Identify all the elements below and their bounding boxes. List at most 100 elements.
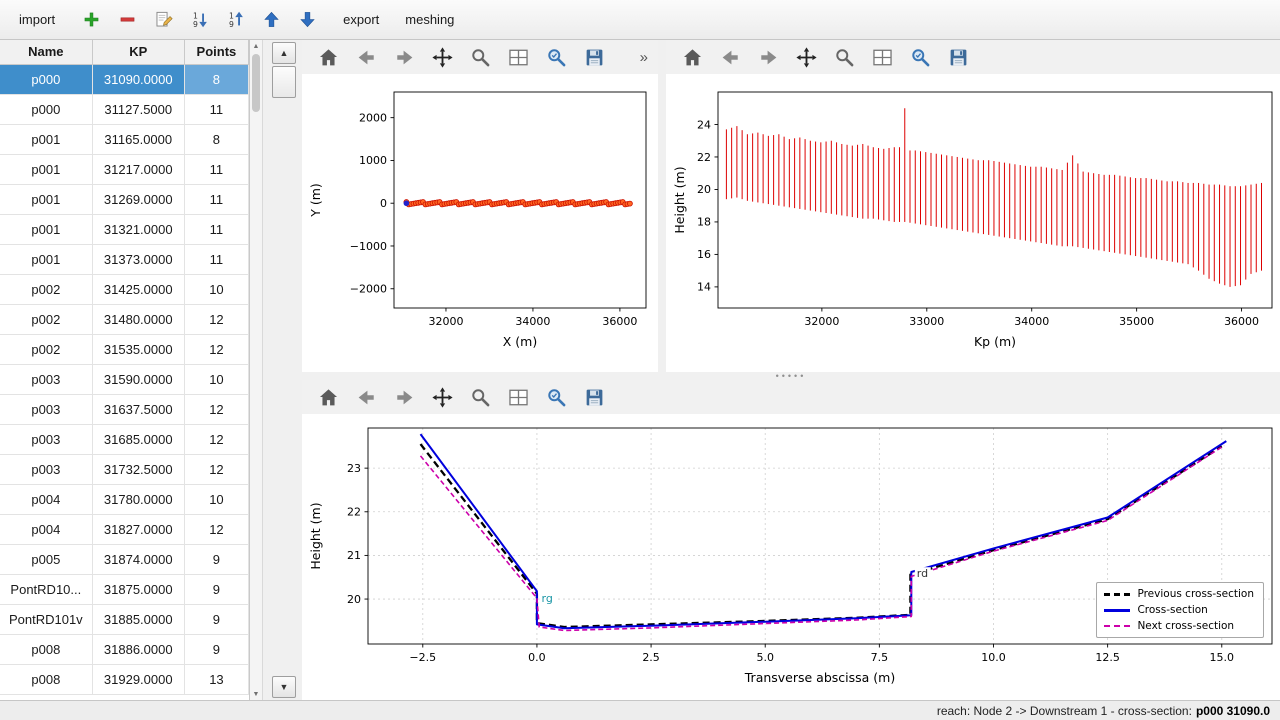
column-header-name[interactable]: Name (0, 40, 92, 64)
table-row[interactable]: p00131373.000011 (0, 244, 249, 274)
longitudinal-profile-panel: 3200033000340003500036000141618202224Kp … (666, 40, 1280, 372)
pan-button[interactable] (430, 45, 455, 70)
panel-scroll-down-icon[interactable]: ▼ (272, 676, 296, 698)
back-icon (356, 47, 377, 68)
longitudinal-profile-canvas[interactable]: 3200033000340003500036000141618202224Kp … (668, 76, 1278, 368)
table-row[interactable]: p00131321.000011 (0, 214, 249, 244)
table-row[interactable]: p00231425.000010 (0, 274, 249, 304)
cell-kp: 31929.0000 (92, 664, 184, 694)
customize-button[interactable] (544, 385, 569, 410)
subplots-button[interactable] (506, 45, 531, 70)
table-row[interactable]: p00031127.500011 (0, 94, 249, 124)
cell-points: 12 (184, 424, 248, 454)
cell-kp: 31874.0000 (92, 544, 184, 574)
table-row[interactable]: p00131269.000011 (0, 184, 249, 214)
mpl-toolbar: » (302, 40, 658, 74)
cell-name: p004 (0, 514, 92, 544)
table-row[interactable]: p00831886.00009 (0, 634, 249, 664)
cell-name: p001 (0, 154, 92, 184)
table-row[interactable]: p00331590.000010 (0, 364, 249, 394)
vertical-splitter[interactable] (658, 40, 666, 372)
table-scrollbar-track[interactable] (250, 52, 262, 688)
pan-button[interactable] (430, 385, 455, 410)
subplots-button[interactable] (506, 385, 531, 410)
panel-scrollbar-thumb[interactable] (272, 66, 296, 98)
back-button[interactable] (718, 45, 743, 70)
import-button[interactable]: import (10, 7, 64, 32)
table-row[interactable]: p00431780.000010 (0, 484, 249, 514)
forward-button[interactable] (756, 45, 781, 70)
home-button[interactable] (316, 45, 341, 70)
panel-scroll-up-icon[interactable]: ▲ (272, 42, 296, 64)
move-down-button[interactable] (294, 7, 320, 33)
table-row[interactable]: p00231535.000012 (0, 334, 249, 364)
cross-section-canvas[interactable]: rgrd−2.50.02.55.07.510.012.515.020212223… (304, 416, 1278, 698)
cell-points: 11 (184, 154, 248, 184)
svg-text:1: 1 (229, 11, 234, 20)
save-button[interactable] (946, 45, 971, 70)
horizontal-splitter[interactable]: ••••• (302, 372, 1280, 380)
table-scrollbar[interactable]: ▲ ▼ (250, 40, 263, 700)
back-icon (720, 47, 741, 68)
move-up-button[interactable] (258, 7, 284, 33)
remove-button[interactable] (114, 7, 140, 33)
toolbar-overflow-button[interactable]: » (634, 49, 654, 66)
customize-button[interactable] (544, 45, 569, 70)
zoom-button[interactable] (468, 45, 493, 70)
zoom-button[interactable] (832, 45, 857, 70)
svg-text:36000: 36000 (602, 315, 637, 328)
table-row[interactable]: p00031090.00008 (0, 64, 249, 94)
back-button[interactable] (354, 45, 379, 70)
table-scroll-down-icon[interactable]: ▼ (250, 688, 262, 700)
home-icon (318, 47, 339, 68)
table-row[interactable]: p00331685.000012 (0, 424, 249, 454)
table-scrollbar-thumb[interactable] (252, 54, 260, 112)
svg-text:2000: 2000 (359, 111, 387, 124)
table-row[interactable]: PontRD101v31885.00009 (0, 604, 249, 634)
save-icon (948, 47, 969, 68)
app-toolbar: import 19 19 export meshing (0, 0, 1280, 40)
sort-ascending-button[interactable]: 19 (186, 7, 212, 33)
table-row[interactable]: PontRD10...31875.00009 (0, 574, 249, 604)
subplots-button[interactable] (870, 45, 895, 70)
table-row[interactable]: p00431827.000012 (0, 514, 249, 544)
forward-button[interactable] (392, 45, 417, 70)
table-row[interactable]: p00331732.500012 (0, 454, 249, 484)
svg-text:1: 1 (193, 11, 198, 20)
meshing-button[interactable]: meshing (396, 7, 463, 32)
cell-name: p001 (0, 124, 92, 154)
table-row[interactable]: p00831929.000013 (0, 664, 249, 694)
cell-kp: 31885.0000 (92, 604, 184, 634)
svg-text:36000: 36000 (1224, 315, 1259, 328)
cell-points: 12 (184, 514, 248, 544)
table-row[interactable]: p00131217.000011 (0, 154, 249, 184)
save-button[interactable] (582, 385, 607, 410)
table-row[interactable]: p00331637.500012 (0, 394, 249, 424)
export-button[interactable]: export (334, 7, 388, 32)
panel-scrollbar[interactable]: ▲ ▼ (272, 42, 296, 698)
edit-button[interactable] (150, 7, 176, 33)
cross-section-panel: rgrd−2.50.02.55.07.510.012.515.020212223… (302, 380, 1280, 700)
pan-button[interactable] (794, 45, 819, 70)
column-header-points[interactable]: Points (184, 40, 248, 64)
home-button[interactable] (316, 385, 341, 410)
table-header-row: Name KP Points (0, 40, 249, 64)
column-header-kp[interactable]: KP (92, 40, 184, 64)
save-button[interactable] (582, 45, 607, 70)
table-row[interactable]: p00531874.00009 (0, 544, 249, 574)
svg-text:Height (m): Height (m) (672, 166, 687, 233)
zoom-button[interactable] (468, 385, 493, 410)
forward-button[interactable] (392, 385, 417, 410)
customize-button[interactable] (908, 45, 933, 70)
table-row[interactable]: p00131165.00008 (0, 124, 249, 154)
table-scroll-up-icon[interactable]: ▲ (250, 40, 262, 52)
save-icon (584, 387, 605, 408)
sort-descending-button[interactable]: 19 (222, 7, 248, 33)
plan-view-canvas[interactable]: 320003400036000−2000−1000010002000X (m)Y… (304, 76, 656, 368)
table-row[interactable]: p00231480.000012 (0, 304, 249, 334)
back-button[interactable] (354, 385, 379, 410)
add-button[interactable] (78, 7, 104, 33)
svg-text:7.5: 7.5 (871, 651, 889, 664)
svg-text:10.0: 10.0 (981, 651, 1006, 664)
home-button[interactable] (680, 45, 705, 70)
